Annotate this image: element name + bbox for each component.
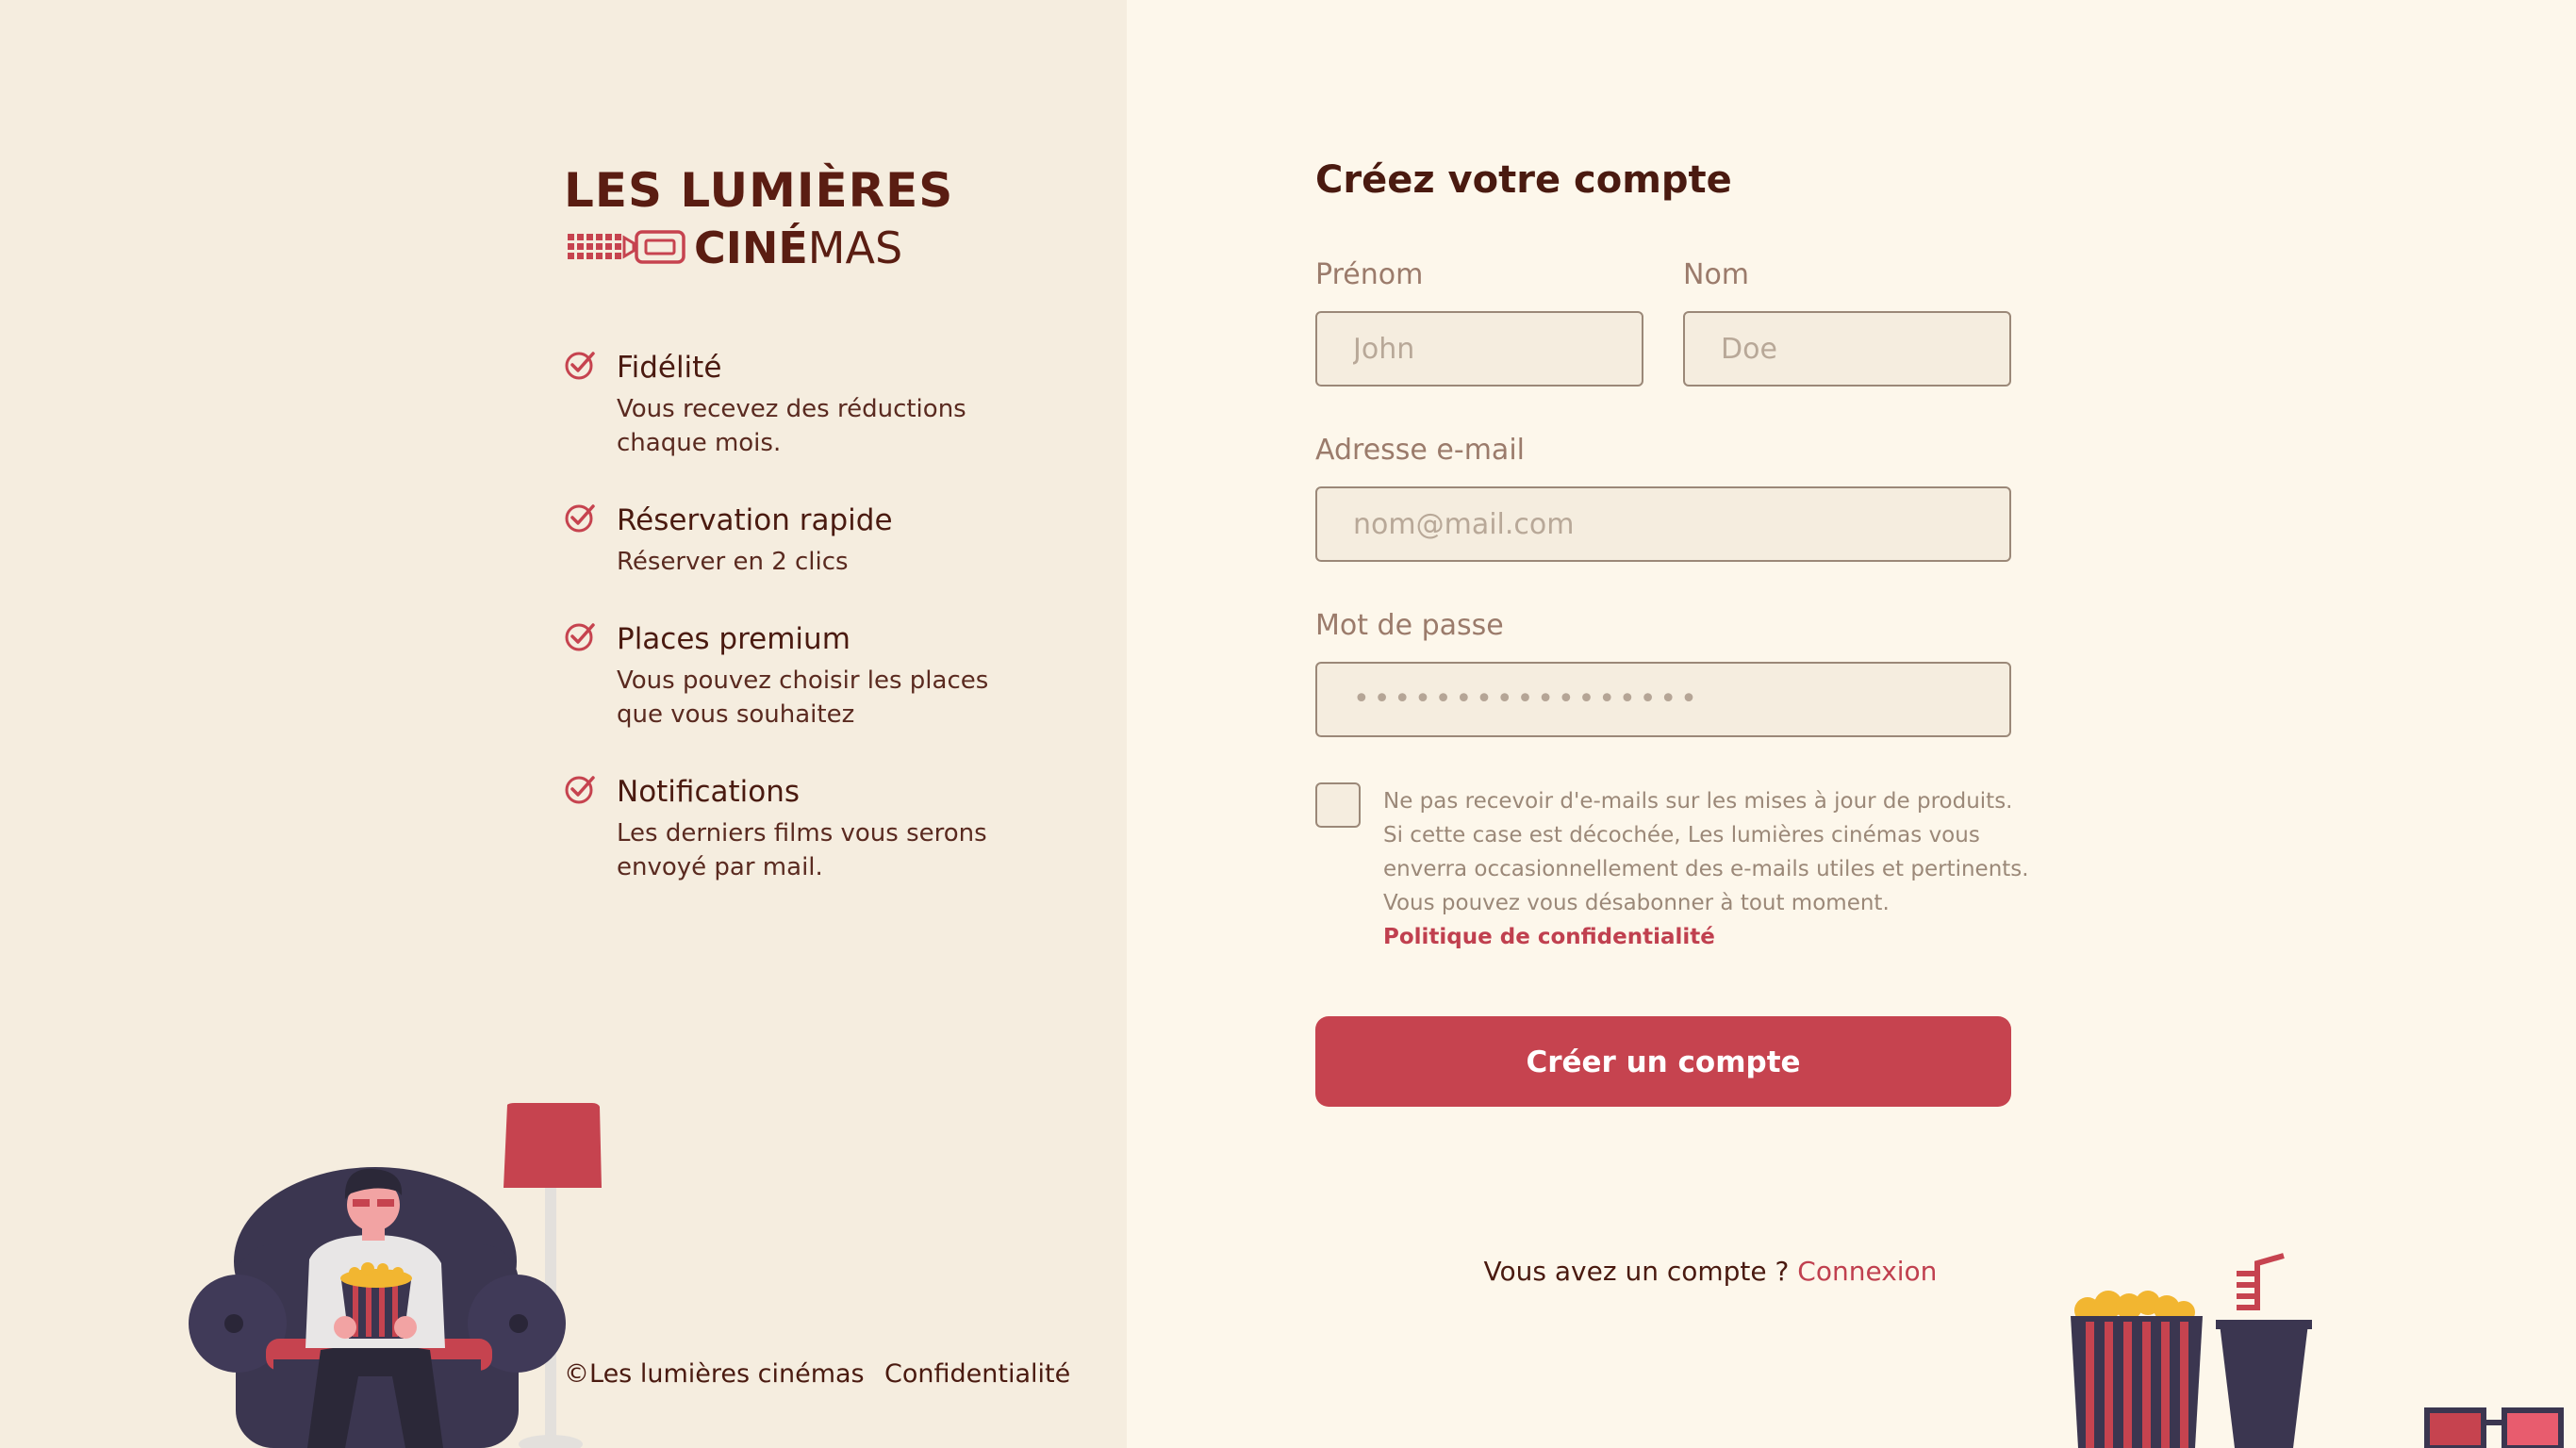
no-emails-checkbox[interactable] (1315, 782, 1361, 828)
feature-description: Les derniers films vous serons envoyé par… (617, 819, 987, 881)
lastname-label: Nom (1683, 258, 1750, 291)
left-panel: LES LUMIÈRES CINÉMAS Fidélité Vous recev… (0, 0, 1127, 1448)
firstname-label: Prénom (1315, 258, 1424, 291)
consent-text: Ne pas recevoir d'e-mails sur les mises … (1383, 784, 2043, 954)
feature-title: Fidélité (617, 351, 722, 385)
firstname-input[interactable] (1315, 311, 1643, 387)
create-account-button[interactable]: Créer un compte (1315, 1016, 2011, 1107)
feature-title: Places premium (617, 622, 850, 656)
password-label: Mot de passe (1315, 609, 1504, 642)
logo-line2: CINÉMAS (694, 222, 903, 273)
signup-panel: Créez votre compte Prénom Nom Adresse e-… (1127, 0, 2576, 1448)
feature-fidelite: Fidélité Vous recevez des réductions chaq… (564, 347, 966, 460)
login-link[interactable]: Connexion (1797, 1256, 1937, 1287)
logo-line1: LES LUMIÈRES (564, 163, 954, 218)
password-input[interactable]: ••••••••••••••••• (1315, 662, 2011, 737)
feature-title: Notifications (617, 775, 801, 809)
armchair-popcorn-illustration (189, 1103, 602, 1448)
feature-description: Réserver en 2 clics (617, 548, 849, 576)
popcorn-drink-glasses-illustration (2071, 1253, 2564, 1448)
feature-notifications: Notifications Les derniers films vous se… (564, 771, 987, 884)
film-projector-icon (568, 230, 685, 264)
feature-reservation: Réservation rapide Réserver en 2 clics (564, 500, 893, 579)
email-label: Adresse e-mail (1315, 434, 1525, 467)
check-circle-icon (565, 776, 595, 804)
privacy-policy-link[interactable]: Politique de confidentialité (1383, 920, 2043, 954)
feature-places-premium: Places premium Vous pouvez choisir les p… (564, 618, 988, 732)
feature-title: Réservation rapide (617, 503, 893, 537)
form-title: Créez votre compte (1315, 158, 1732, 202)
privacy-link[interactable]: Confidentialité (884, 1359, 1070, 1389)
feature-description: Vous recevez des réductions chaque mois. (617, 395, 966, 457)
feature-description: Vous pouvez choisir les places que vous s… (617, 666, 989, 729)
check-circle-icon (565, 623, 595, 651)
email-input[interactable] (1315, 486, 2011, 562)
check-circle-icon (565, 352, 595, 380)
check-circle-icon (565, 504, 595, 533)
lastname-input[interactable] (1683, 311, 2011, 387)
brand-logo: LES LUMIÈRES CINÉMAS (564, 162, 954, 272)
copyright-text: ©Les lumières cinémas (564, 1359, 865, 1389)
